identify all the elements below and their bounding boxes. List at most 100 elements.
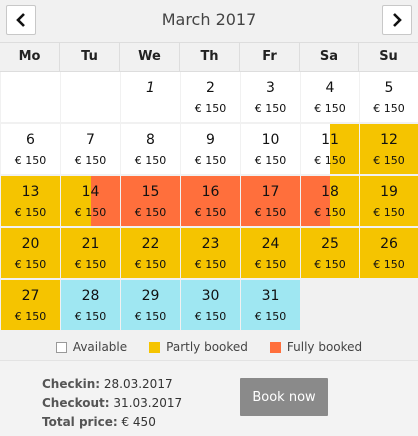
day-cell-5[interactable]: 5 € 150 bbox=[360, 72, 418, 122]
day-price: € 150 bbox=[194, 258, 227, 271]
day-number: 21 bbox=[81, 236, 100, 252]
weekday-tu: Tu bbox=[60, 43, 120, 71]
day-number: 15 bbox=[141, 184, 160, 200]
day-number: 18 bbox=[321, 184, 339, 200]
day-price: € 150 bbox=[134, 258, 167, 271]
day-cell-3[interactable]: 3 € 150 bbox=[241, 72, 300, 122]
day-cell-24[interactable]: 24 € 150 bbox=[241, 228, 300, 278]
day-cell-6[interactable]: 6 € 150 bbox=[1, 124, 60, 174]
legend-partly-label: Partly booked bbox=[166, 340, 248, 354]
day-price: € 150 bbox=[314, 154, 346, 167]
day-number: 19 bbox=[380, 184, 398, 200]
day-cell-2[interactable]: 2 € 150 bbox=[181, 72, 240, 122]
legend-fully: Fully booked bbox=[269, 340, 363, 354]
day-cell-8[interactable]: 8 € 150 bbox=[121, 124, 180, 174]
day-price: € 150 bbox=[314, 206, 346, 219]
day-number: 9 bbox=[206, 132, 215, 148]
chevron-right-icon bbox=[393, 13, 402, 27]
checkout-row: Checkout: 31.03.2017 bbox=[42, 394, 182, 413]
day-cell-7[interactable]: 7 € 150 bbox=[61, 124, 120, 174]
legend-fully-label: Fully booked bbox=[286, 340, 363, 354]
weekday-mo: Mo bbox=[0, 43, 60, 71]
day-number: 13 bbox=[21, 184, 40, 200]
day-number: 8 bbox=[146, 132, 155, 148]
day-price: € 150 bbox=[194, 154, 227, 167]
day-cell-16[interactable]: 16 € 150 bbox=[181, 176, 240, 226]
day-number: 27 bbox=[21, 288, 40, 304]
day-cell-28[interactable]: 28 € 150 bbox=[61, 280, 120, 330]
day-number: 14 bbox=[81, 184, 100, 200]
day-cell-9[interactable]: 9 € 150 bbox=[181, 124, 240, 174]
total-label: Total price: bbox=[42, 415, 118, 429]
day-cell-14[interactable]: 14 € 150 bbox=[61, 176, 120, 226]
day-price: € 150 bbox=[254, 258, 287, 271]
weekday-we: We bbox=[120, 43, 180, 71]
day-number: 25 bbox=[321, 236, 339, 252]
day-number: 10 bbox=[261, 132, 280, 148]
day-cell-15[interactable]: 15 € 150 bbox=[121, 176, 180, 226]
day-price: € 150 bbox=[194, 102, 227, 115]
day-number: 1 bbox=[146, 80, 155, 96]
checkout-label: Checkout: bbox=[42, 396, 110, 410]
calendar-grid: 1 2 € 150 3 € 150 4 € 150 5 € 150 6 € 150 7 € 150 8 € … bbox=[0, 72, 418, 334]
day-number: 12 bbox=[380, 132, 398, 148]
day-cell-19[interactable]: 19 € 150 bbox=[360, 176, 418, 226]
day-cell-25[interactable]: 25 € 150 bbox=[301, 228, 359, 278]
day-number: 4 bbox=[325, 80, 335, 96]
book-now-button[interactable]: Book now bbox=[240, 378, 328, 416]
day-cell-10[interactable]: 10 € 150 bbox=[241, 124, 300, 174]
day-price: € 150 bbox=[74, 310, 107, 323]
day-cell-11[interactable]: 11 € 150 bbox=[301, 124, 359, 174]
day-number: 11 bbox=[321, 132, 339, 148]
day-number: 6 bbox=[26, 132, 35, 148]
legend-partly: Partly booked bbox=[149, 340, 248, 354]
day-price: € 150 bbox=[74, 154, 107, 167]
day-number: 24 bbox=[261, 236, 280, 252]
day-price: € 150 bbox=[74, 258, 107, 271]
day-price: € 150 bbox=[254, 102, 287, 115]
day-price: € 150 bbox=[14, 154, 47, 167]
day-price: € 150 bbox=[134, 154, 167, 167]
weekday-sa: Sa bbox=[300, 43, 359, 71]
checkin-row: Checkin: 28.03.2017 bbox=[42, 375, 182, 394]
legend-available-label: Available bbox=[72, 340, 128, 354]
empty-cell bbox=[1, 72, 60, 122]
day-price: € 150 bbox=[254, 310, 287, 323]
day-number: 20 bbox=[21, 236, 40, 252]
day-cell-4[interactable]: 4 € 150 bbox=[301, 72, 359, 122]
day-cell-30[interactable]: 30 € 150 bbox=[181, 280, 240, 330]
day-number: 7 bbox=[86, 132, 95, 148]
weekday-fr: Fr bbox=[240, 43, 300, 71]
day-cell-1[interactable]: 1 bbox=[121, 72, 180, 122]
day-number: 30 bbox=[201, 288, 220, 304]
day-cell-27[interactable]: 27 € 150 bbox=[1, 280, 60, 330]
total-value: € 450 bbox=[121, 415, 156, 429]
day-cell-17[interactable]: 17 € 150 bbox=[241, 176, 300, 226]
day-number: 26 bbox=[380, 236, 398, 252]
booking-summary: Checkin: 28.03.2017 Checkout: 31.03.2017… bbox=[42, 375, 182, 432]
empty-cell bbox=[61, 72, 120, 122]
day-cell-23[interactable]: 23 € 150 bbox=[181, 228, 240, 278]
day-price: € 150 bbox=[373, 258, 405, 271]
checkin-label: Checkin: bbox=[42, 377, 101, 391]
day-price: € 150 bbox=[373, 102, 405, 115]
day-price: € 150 bbox=[134, 206, 167, 219]
day-cell-12[interactable]: 12 € 150 bbox=[360, 124, 418, 174]
day-price: € 150 bbox=[314, 258, 346, 271]
day-cell-26[interactable]: 26 € 150 bbox=[360, 228, 418, 278]
day-cell-21[interactable]: 21 € 150 bbox=[61, 228, 120, 278]
day-price: € 150 bbox=[14, 258, 47, 271]
day-cell-20[interactable]: 20 € 150 bbox=[1, 228, 60, 278]
weekday-header: Mo Tu We Th Fr Sa Su bbox=[0, 42, 418, 72]
day-cell-18[interactable]: 18 € 150 bbox=[301, 176, 359, 226]
day-price: € 150 bbox=[314, 102, 346, 115]
day-cell-31[interactable]: 31 € 150 bbox=[241, 280, 300, 330]
day-cell-22[interactable]: 22 € 150 bbox=[121, 228, 180, 278]
legend-partly-swatch bbox=[149, 341, 161, 353]
day-cell-29[interactable]: 29 € 150 bbox=[121, 280, 180, 330]
day-number: 5 bbox=[384, 80, 394, 96]
day-price: € 150 bbox=[134, 310, 167, 323]
day-cell-13[interactable]: 13 € 150 bbox=[1, 176, 60, 226]
next-month-button[interactable] bbox=[382, 5, 412, 35]
day-price: € 150 bbox=[254, 154, 287, 167]
